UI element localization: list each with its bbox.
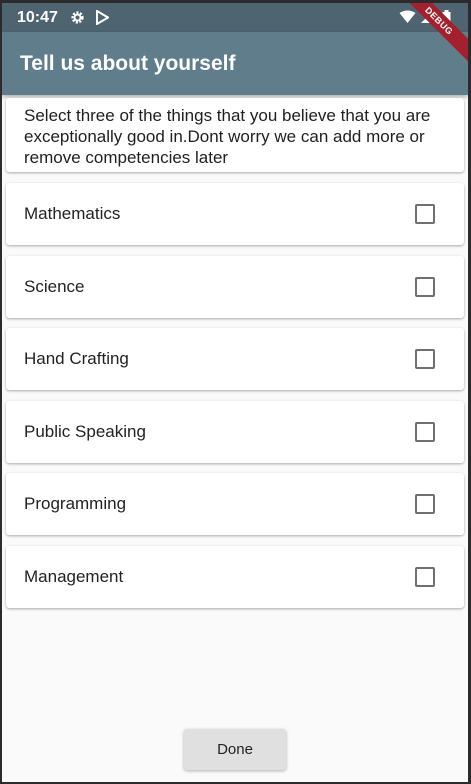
intro-card: Select three of the things that you beli…	[6, 98, 464, 172]
competency-item-programming[interactable]: Programming	[6, 473, 464, 535]
intro-text: Select three of the things that you beli…	[24, 106, 431, 167]
page-title: Tell us about yourself	[20, 52, 236, 75]
checkbox-programming[interactable]	[415, 494, 435, 514]
done-button[interactable]: Done	[184, 729, 286, 770]
competency-item-management[interactable]: Management	[6, 546, 464, 608]
checkbox-mathematics[interactable]	[415, 204, 435, 224]
play-store-icon	[96, 9, 110, 30]
competency-label: Public Speaking	[24, 422, 146, 441]
competency-label: Programming	[24, 494, 127, 513]
checkbox-science[interactable]	[415, 277, 435, 297]
debug-label: DEBUG	[398, 3, 468, 66]
competency-label: Mathematics	[24, 204, 121, 223]
competency-label: Science	[24, 277, 85, 296]
phone-screen: 10:47 Tell us about yourself DEBUG Selec…	[2, 3, 468, 782]
checkbox-hand-crafting[interactable]	[415, 349, 435, 369]
checkbox-public-speaking[interactable]	[415, 422, 435, 442]
competency-label: Management	[24, 567, 124, 586]
competency-item-hand-crafting[interactable]: Hand Crafting	[6, 328, 464, 390]
gear-icon	[70, 10, 85, 30]
checkbox-management[interactable]	[415, 567, 435, 587]
competency-item-science[interactable]: Science	[6, 256, 464, 318]
competency-label: Hand Crafting	[24, 349, 129, 368]
debug-banner: DEBUG	[398, 3, 468, 73]
competency-item-mathematics[interactable]: Mathematics	[6, 183, 464, 245]
competency-item-public-speaking[interactable]: Public Speaking	[6, 401, 464, 463]
status-time: 10:47	[17, 9, 58, 26]
